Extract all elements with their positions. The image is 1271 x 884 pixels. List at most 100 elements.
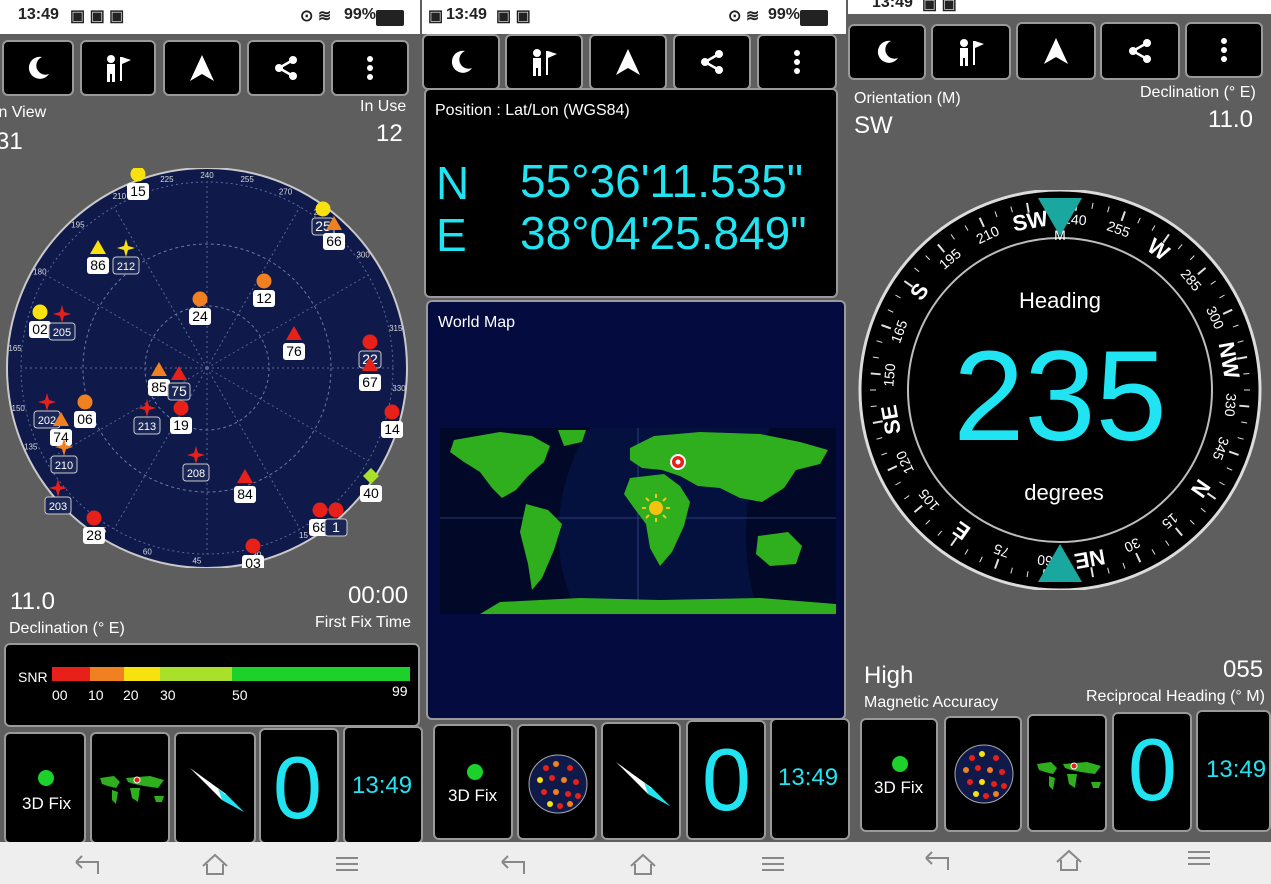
satellite-id: 85: [151, 379, 167, 395]
first-fix-value: 00:00: [348, 582, 409, 609]
satellite-id: 213: [138, 421, 156, 433]
clock-tile[interactable]: 13:49: [1196, 710, 1271, 832]
sky-ring-label: 45: [192, 557, 201, 566]
fix-status-label: 3D Fix: [22, 794, 72, 813]
compass-dial: SW 240 255W285300NW330345N1530NE6075E10512…: [858, 190, 1262, 590]
compass-label: 150: [880, 363, 898, 388]
reciprocal-heading-label: Reciprocal Heading (° M): [1086, 688, 1265, 705]
orientation-label: Orientation (M): [854, 90, 961, 107]
fix-status-tile[interactable]: 3D Fix: [4, 732, 86, 844]
clock-tile[interactable]: 13:49: [770, 718, 850, 840]
wifi-icon: ⊙ ≋: [300, 8, 332, 25]
moon-icon: [28, 56, 49, 79]
person-flag-icon: [533, 49, 557, 76]
satellite-marker: [173, 400, 189, 416]
satellite-id: 02: [32, 321, 48, 337]
heading-unit: degrees: [1024, 480, 1104, 505]
compass-tick: [870, 405, 877, 408]
satellite-id: 203: [49, 501, 67, 513]
snr-legend: SNR 00 10 20 30 50 99: [4, 643, 420, 727]
waypoint-button[interactable]: [80, 40, 156, 96]
satellite-count-tile[interactable]: 0: [259, 728, 339, 844]
overflow-menu-button[interactable]: [1185, 22, 1263, 78]
home-icon[interactable]: [200, 852, 230, 876]
menu-icon[interactable]: [758, 852, 788, 876]
fix-status-tile[interactable]: 3D Fix: [433, 724, 513, 840]
satellite-id: 19: [173, 417, 189, 433]
world-map-label: World Map: [438, 314, 516, 331]
more-vert-icon: [1221, 38, 1227, 62]
battery-icon: [800, 10, 828, 26]
satellite-id: 67: [362, 374, 378, 390]
snr-tick: 30: [160, 687, 176, 703]
home-icon[interactable]: [628, 852, 658, 876]
clock-tile[interactable]: 13:49: [343, 726, 423, 844]
snr-bar-red: [52, 667, 90, 681]
compass-tile[interactable]: [601, 722, 681, 840]
satellite-id: 208: [187, 468, 205, 480]
snr-tick: 20: [123, 687, 139, 703]
menu-icon[interactable]: [332, 852, 362, 876]
magnetic-marker: M: [1054, 227, 1066, 243]
menu-icon[interactable]: [1184, 846, 1214, 870]
share-button[interactable]: [673, 34, 751, 90]
satellite-id: 28: [86, 527, 102, 543]
snr-tick: 50: [232, 687, 248, 703]
navigate-button[interactable]: [589, 34, 667, 90]
world-map-tile[interactable]: [90, 732, 170, 844]
magnetic-accuracy-label: Magnetic Accuracy: [864, 694, 999, 711]
compass-label: NE: [1073, 544, 1107, 574]
waypoint-button[interactable]: [931, 24, 1011, 80]
notification-icons: ▣ ▣ ▣: [70, 8, 125, 25]
home-icon[interactable]: [1054, 848, 1084, 872]
reciprocal-heading-value: 055: [1223, 656, 1264, 683]
share-icon: [275, 56, 297, 80]
heading-label: Heading: [1019, 288, 1101, 313]
status-bar-3: 13:49 ▣ ▣: [848, 0, 1271, 14]
satellite-marker: [77, 394, 93, 410]
satellite-count-tile[interactable]: 0: [686, 720, 766, 840]
navigation-arrow-icon: [616, 49, 640, 75]
world-map-tile[interactable]: [1027, 714, 1107, 832]
share-button[interactable]: [1100, 22, 1180, 80]
satellite-count-tile[interactable]: 0: [1112, 712, 1192, 832]
back-icon[interactable]: [922, 848, 952, 872]
notification-icons: ▣: [428, 8, 444, 25]
status-bar-1: 13:49 ▣ ▣ ▣ ⊙ ≋ 99%: [0, 0, 420, 34]
world-map-card: World Map: [426, 300, 846, 720]
snr-tick: 99: [392, 683, 408, 699]
satellite-id: 06: [77, 411, 93, 427]
satellite-count-value: 0: [1128, 720, 1177, 819]
moon-icon: [877, 40, 898, 63]
latitude-value: 55°36'11.535": [520, 155, 804, 207]
sky-ring-label: 195: [71, 221, 85, 230]
snr-bar-orange: [90, 667, 124, 681]
sky-ring-label: 135: [24, 443, 38, 452]
declination-value: 11.0: [10, 588, 55, 615]
fix-status-tile[interactable]: 3D Fix: [860, 718, 938, 832]
satellite-id: 15: [130, 183, 146, 199]
night-mode-button[interactable]: [848, 24, 926, 80]
sky-view-tile[interactable]: [944, 716, 1022, 832]
compass-tile[interactable]: [174, 732, 256, 844]
clock-value: 13:49: [1206, 756, 1267, 783]
declination-label: Declination (° E): [1140, 84, 1256, 101]
share-button[interactable]: [247, 40, 325, 96]
navigate-button[interactable]: [163, 40, 241, 96]
overflow-menu-button[interactable]: [331, 40, 409, 96]
overflow-menu-button[interactable]: [757, 34, 837, 90]
compass-tick: [870, 372, 881, 376]
navigate-button[interactable]: [1016, 22, 1096, 80]
back-icon[interactable]: [498, 852, 528, 876]
heading-value: 235: [953, 325, 1167, 468]
status-bar-2: ▣ 13:49 ▣ ▣ ⊙ ≋ 99%: [422, 0, 846, 34]
waypoint-button[interactable]: [505, 34, 583, 90]
satellite-marker: [312, 502, 328, 518]
status-time: 13:49: [446, 6, 487, 23]
share-icon: [1129, 39, 1151, 63]
night-mode-button[interactable]: [2, 40, 74, 96]
latitude-hemisphere: N: [436, 157, 470, 209]
sky-view-tile[interactable]: [517, 724, 597, 840]
night-mode-button[interactable]: [422, 34, 500, 90]
back-icon[interactable]: [72, 852, 102, 876]
